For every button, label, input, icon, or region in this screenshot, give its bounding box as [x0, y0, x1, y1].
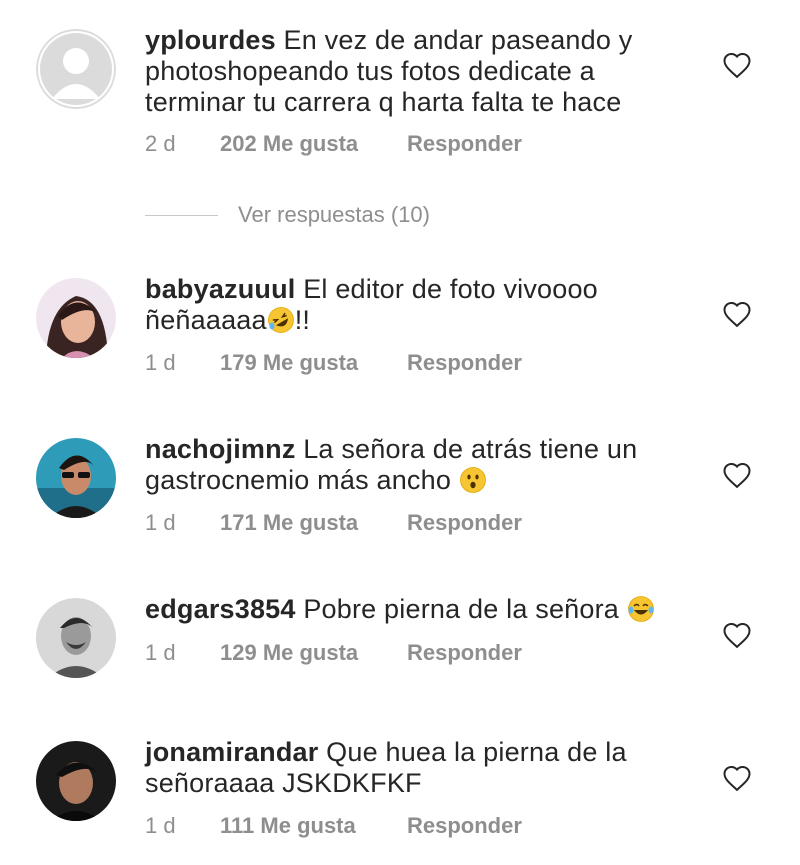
- avatar[interactable]: [36, 741, 116, 821]
- username[interactable]: edgars3854: [145, 594, 296, 624]
- timestamp: 1 d: [145, 813, 176, 838]
- tears-of-joy-emoji: [627, 596, 654, 622]
- view-replies-label: Ver respuestas (10): [238, 202, 430, 227]
- comment-text: jonamirandar Que huea la pierna de la se…: [145, 737, 665, 799]
- comment-meta: 2 d 202 Me gusta Responder: [145, 131, 522, 157]
- heart-outline-icon[interactable]: [722, 51, 752, 79]
- avatar-photo: [36, 598, 116, 678]
- likes-count[interactable]: 179 Me gusta: [220, 350, 407, 376]
- likes-count[interactable]: 171 Me gusta: [220, 510, 407, 536]
- comment-line: Que huea la pierna de la: [326, 737, 627, 767]
- comment-text: yplourdes En vez de andar paseando y pho…: [145, 25, 665, 118]
- heart-outline-icon[interactable]: [722, 461, 752, 489]
- reply-button[interactable]: Responder: [407, 813, 522, 838]
- heart-outline-icon[interactable]: [722, 764, 752, 792]
- reply-button[interactable]: Responder: [407, 350, 522, 375]
- heart-outline-icon[interactable]: [722, 621, 752, 649]
- comment-line: La señora de atrás tiene un: [303, 434, 638, 464]
- reply-button[interactable]: Responder: [407, 131, 522, 156]
- divider: [145, 214, 218, 216]
- timestamp: 1 d: [145, 350, 176, 375]
- rolling-laughing-emoji: [267, 307, 294, 333]
- comment-meta: 1 d 179 Me gusta Responder: [145, 350, 522, 376]
- comment-line: En vez de andar paseando y: [283, 25, 633, 55]
- comment-meta: 1 d 111 Me gusta Responder: [145, 813, 522, 839]
- avatar[interactable]: [36, 278, 116, 358]
- avatar[interactable]: [36, 598, 116, 678]
- comment-text: edgars3854 Pobre pierna de la señora: [145, 594, 665, 625]
- username[interactable]: nachojimnz: [145, 434, 296, 464]
- username[interactable]: babyazuuul: [145, 274, 296, 304]
- avatar-photo: [36, 741, 116, 821]
- comment-line: ñeñaaaaa: [145, 305, 267, 335]
- comment-line: Pobre pierna de la señora: [303, 594, 620, 624]
- username[interactable]: jonamirandar: [145, 737, 318, 767]
- avatar-photo: [36, 438, 116, 518]
- avatar-photo: [36, 278, 116, 358]
- comment-line: señoraaaa JSKDKFKF: [145, 768, 422, 798]
- timestamp: 1 d: [145, 640, 176, 665]
- likes-count[interactable]: 202 Me gusta: [220, 131, 407, 157]
- heart-outline-icon[interactable]: [722, 300, 752, 328]
- reply-button[interactable]: Responder: [407, 510, 522, 535]
- avatar[interactable]: [36, 29, 116, 109]
- default-avatar-icon: [36, 29, 116, 109]
- surprised-emoji: [459, 467, 486, 493]
- avatar[interactable]: [36, 438, 116, 518]
- comment-line: terminar tu carrera q harta falta te hac…: [145, 87, 622, 117]
- timestamp: 2 d: [145, 131, 176, 156]
- comment-line: El editor de foto vivoooo: [303, 274, 598, 304]
- timestamp: 1 d: [145, 510, 176, 535]
- comment-meta: 1 d 171 Me gusta Responder: [145, 510, 522, 536]
- likes-count[interactable]: 111 Me gusta: [220, 813, 407, 839]
- comment-line: gastrocnemio más ancho: [145, 465, 452, 495]
- comment-text: babyazuuul El editor de foto vivoooo ñeñ…: [145, 274, 665, 336]
- comment-meta: 1 d 129 Me gusta Responder: [145, 640, 522, 666]
- comment-line: photoshopeando tus fotos dedicate a: [145, 56, 595, 86]
- comment-text: nachojimnz La señora de atrás tiene un g…: [145, 434, 665, 496]
- comment-line: !!: [294, 305, 311, 335]
- likes-count[interactable]: 129 Me gusta: [220, 640, 407, 666]
- view-replies-button[interactable]: Ver respuestas (10): [145, 200, 430, 230]
- reply-button[interactable]: Responder: [407, 640, 522, 665]
- username[interactable]: yplourdes: [145, 25, 276, 55]
